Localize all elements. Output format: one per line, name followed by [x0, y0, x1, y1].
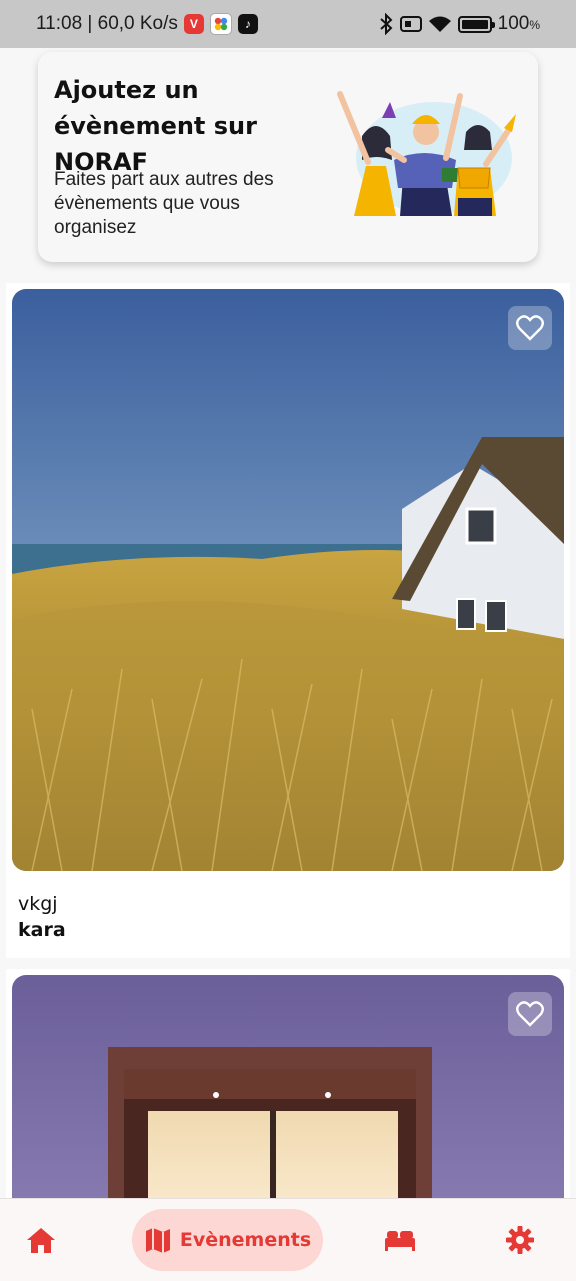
gear-icon — [506, 1226, 534, 1254]
banner-subtitle: Faites part aux autres des évènements qu… — [54, 169, 274, 238]
sim-icon — [399, 16, 422, 32]
bed-icon — [385, 1231, 415, 1251]
wifi-icon — [428, 16, 451, 32]
banner-title: Ajoutez un évènement sur NORAF — [54, 76, 257, 176]
battery-icon — [457, 15, 495, 33]
event-name: vkgj — [18, 893, 58, 915]
bluetooth-icon — [379, 13, 393, 35]
add-event-banner[interactable]: Ajoutez un évènement sur NORAF Faites pa… — [38, 52, 538, 262]
event-card[interactable] — [6, 969, 570, 1275]
event-place: kara — [18, 919, 66, 941]
map-icon — [145, 1228, 170, 1253]
nav-events[interactable]: Evènements — [132, 1209, 323, 1271]
status-time-speed: 11:08 | 60,0 Ko/s — [36, 13, 178, 34]
nav-stays[interactable] — [380, 1199, 420, 1281]
heart-icon — [516, 1001, 544, 1027]
vivaldi-icon: V — [183, 14, 204, 34]
party-people-illustration — [337, 91, 516, 216]
favorite-button[interactable] — [508, 306, 552, 350]
event-card[interactable]: vkgj kara — [6, 283, 570, 958]
photos-icon — [209, 13, 232, 35]
tiktok-icon: ♪ — [237, 14, 258, 34]
event-photo[interactable] — [12, 289, 564, 871]
bottom-navigation: Evènements — [0, 1198, 576, 1281]
status-bar-right: 100% — [378, 13, 540, 35]
status-bar-left: 11:08 | 60,0 Ko/s V ♪ — [36, 13, 258, 35]
heart-icon — [516, 315, 544, 341]
battery-level: 100% — [497, 13, 540, 34]
nav-settings[interactable] — [500, 1199, 540, 1281]
favorite-button[interactable] — [508, 992, 552, 1036]
home-icon — [27, 1228, 55, 1253]
nav-home[interactable] — [20, 1199, 62, 1281]
status-bar: 11:08 | 60,0 Ko/s V ♪ 100% — [0, 0, 576, 48]
nav-events-label: Evènements — [179, 1229, 312, 1251]
